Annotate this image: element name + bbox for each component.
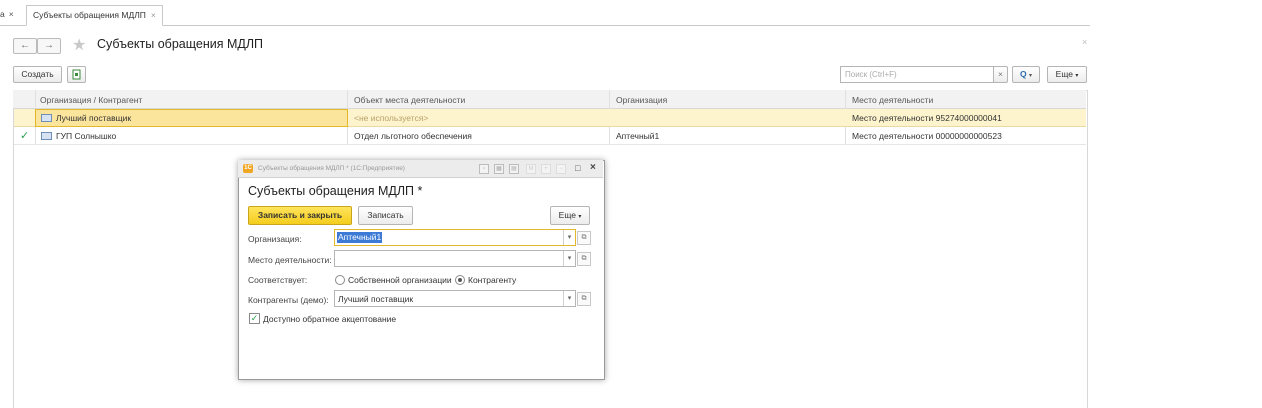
tab-subjects-mdlp[interactable]: Субъекты обращения МДЛП × [26, 5, 163, 26]
calendar-icon[interactable]: ▦ [494, 164, 504, 174]
counterparty-value[interactable]: Лучший поставщик [338, 294, 413, 304]
column-header-place[interactable]: Место деятельности [852, 95, 933, 105]
zoom-out-icon[interactable]: − [556, 164, 566, 174]
cell-counterparty[interactable]: Лучший поставщик [56, 113, 131, 123]
cell-object[interactable]: <не используется> [354, 113, 428, 123]
tab-previous-close-icon[interactable]: × [9, 9, 14, 19]
tab-bar [0, 0, 1090, 26]
calculator-icon[interactable]: ▤ [509, 164, 519, 174]
radio-counterparty[interactable] [455, 275, 465, 285]
dialog-more-button[interactable]: Еще ▾ [550, 206, 590, 225]
radio-own-organization[interactable] [335, 275, 345, 285]
search-button[interactable]: Q ▾ [1012, 66, 1040, 83]
favorite-star-icon[interactable]: ★ [72, 35, 86, 55]
open-icon[interactable]: ⧉ [577, 292, 591, 306]
place-field[interactable]: ▾ [334, 250, 576, 267]
clear-search-icon[interactable]: × [993, 66, 1008, 83]
cell-counterparty[interactable]: ГУП Солнышко [56, 131, 116, 141]
more-button[interactable]: Еще ▾ [1047, 66, 1087, 83]
forward-arrow-icon: → [44, 40, 54, 51]
dialog-heading: Субъекты обращения МДЛП * [248, 184, 423, 198]
tab-previous-label[interactable]: а [0, 9, 5, 19]
radio-own-organization-label[interactable]: Собственной организации [348, 275, 452, 285]
app-logo-icon: 1С [243, 164, 253, 173]
counterparty-label: Контрагенты (демо): [248, 295, 329, 305]
reverse-acceptance-label[interactable]: Доступно обратное акцептование [263, 314, 396, 324]
close-form-icon[interactable]: × [1082, 37, 1087, 47]
zoom-icon[interactable]: M [526, 164, 536, 174]
checkmark-icon: ✓ [20, 130, 30, 142]
chevron-down-icon: ▾ [1028, 73, 1032, 79]
organization-field[interactable]: Аптечный1 ▾ [334, 229, 576, 246]
cell-place[interactable]: Место деятельности 95274000000041 [852, 113, 1002, 123]
column-header-object[interactable]: Объект места деятельности [354, 95, 465, 105]
column-header-counterparty[interactable]: Организация / Контрагент [40, 95, 142, 105]
cell-organization[interactable]: Аптечный1 [616, 131, 659, 141]
organization-label: Организация: [248, 234, 302, 244]
zoom-in-icon[interactable]: + [541, 164, 551, 174]
save-button[interactable]: Записать [358, 206, 413, 225]
radio-counterparty-label[interactable]: Контрагенту [468, 275, 516, 285]
dialog-more-label: Еще [558, 210, 576, 220]
corresponds-label: Соответствует: [248, 275, 308, 285]
back-arrow-icon: ← [20, 40, 30, 51]
tab-active-close-icon[interactable]: × [151, 10, 156, 20]
close-dialog-icon[interactable]: × [590, 162, 596, 173]
reverse-acceptance-checkbox[interactable]: ✓ [249, 313, 260, 324]
counterparty-field[interactable]: Лучший поставщик ▾ [334, 290, 576, 307]
search-input[interactable]: Поиск (Ctrl+F) [840, 66, 994, 83]
chevron-down-icon: ▾ [1075, 73, 1079, 79]
copy-button[interactable] [67, 66, 86, 83]
more-label: Еще [1055, 69, 1073, 79]
cell-place[interactable]: Место деятельности 00000000000523 [852, 131, 1002, 141]
open-icon[interactable]: ⧉ [577, 231, 591, 245]
copy-document-icon [72, 69, 81, 80]
place-label: Место деятельности: [248, 255, 332, 265]
dropdown-arrow-icon[interactable]: ▾ [563, 291, 575, 306]
card-icon [41, 114, 52, 122]
dropdown-arrow-icon[interactable]: ▾ [563, 230, 575, 245]
organization-value[interactable]: Аптечный1 [337, 232, 383, 243]
tab-active-label[interactable]: Субъекты обращения МДЛП [33, 10, 146, 20]
open-icon[interactable]: ⧉ [577, 252, 591, 266]
dropdown-arrow-icon[interactable]: ▾ [563, 251, 575, 266]
chevron-down-icon: ▾ [578, 214, 582, 220]
back-button[interactable]: ← [13, 38, 37, 54]
tab-previous[interactable]: а × [0, 9, 14, 19]
forward-button[interactable]: → [37, 38, 61, 54]
card-icon [41, 132, 52, 140]
maximize-icon[interactable]: □ [575, 163, 580, 173]
dialog-window-title: Субъекты обращения МДЛП * (1С:Предприяти… [258, 165, 405, 172]
save-and-close-button[interactable]: Записать и закрыть [248, 206, 352, 225]
link-icon[interactable]: ▫ [479, 164, 489, 174]
create-button[interactable]: Создать [13, 66, 62, 83]
search-icon: Q [1019, 69, 1027, 79]
cell-object[interactable]: Отдел льготного обеспечения [354, 131, 472, 141]
column-header-organization[interactable]: Организация [616, 95, 667, 105]
page-title: Субъекты обращения МДЛП [97, 37, 264, 51]
